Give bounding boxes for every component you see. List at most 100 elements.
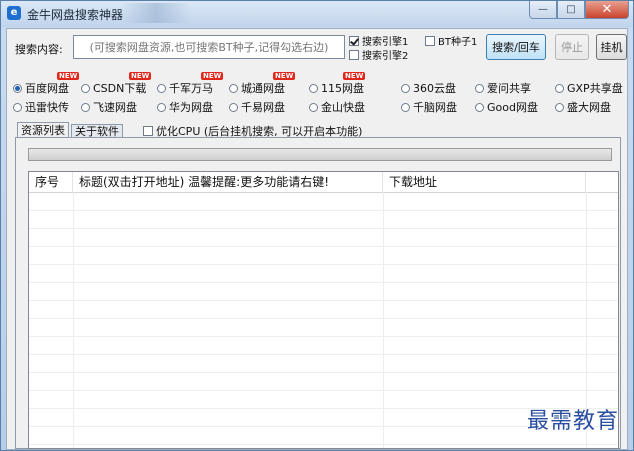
bt-checkbox-box[interactable] — [425, 35, 435, 46]
bt-checkbox[interactable]: BT种子1 — [425, 33, 477, 48]
source-radio-13[interactable]: 千脑网盘 — [401, 99, 457, 115]
radio-dot[interactable] — [309, 83, 318, 93]
source-label: 盛大网盘 — [567, 101, 611, 114]
source-label: GXP共享盘 — [567, 82, 623, 95]
app-icon: e — [7, 6, 21, 20]
radio-dot[interactable] — [81, 83, 90, 93]
source-label: Good网盘 — [487, 101, 538, 114]
source-radio-15[interactable]: 盛大网盘 — [555, 99, 611, 115]
row-gridline — [29, 246, 618, 247]
engine1-checkbox[interactable]: 搜索引擎1 — [349, 33, 408, 48]
source-radio-10[interactable]: 华为网盘 — [157, 99, 213, 115]
app-window: e 金牛网盘搜索神器 — □ ✕ 搜索内容: 搜索引擎1 搜索引擎2 BT种子1… — [0, 0, 634, 451]
row-gridline — [29, 318, 618, 319]
source-label: 城通网盘 — [241, 82, 285, 95]
source-radio-11[interactable]: 千易网盘 — [229, 99, 285, 115]
column-header-index[interactable]: 序号 — [29, 172, 73, 192]
watermark: 最需教育 — [526, 409, 619, 434]
title-bar[interactable]: e 金牛网盘搜索神器 — □ ✕ — [1, 1, 633, 27]
engine1-label: 搜索引擎1 — [362, 37, 409, 48]
search-progress-bar — [28, 148, 612, 161]
source-radio-7[interactable]: GXP共享盘 — [555, 80, 623, 96]
radio-dot[interactable] — [309, 102, 318, 112]
source-label: 华为网盘 — [169, 101, 213, 114]
radio-dot[interactable] — [13, 83, 22, 93]
source-label: 360云盘 — [413, 82, 456, 95]
new-badge: NEW — [343, 72, 366, 80]
tab-resource-list[interactable]: 资源列表 — [17, 122, 69, 138]
radio-dot[interactable] — [401, 102, 410, 112]
column-header-filler — [586, 172, 618, 192]
new-badge: NEW — [57, 72, 80, 80]
title-bar-glass — [121, 3, 191, 23]
new-badge: NEW — [273, 72, 296, 80]
radio-dot[interactable] — [157, 102, 166, 112]
search-input[interactable] — [73, 35, 345, 59]
tab-about[interactable]: 关于软件 — [71, 124, 123, 138]
hang-button[interactable]: 挂机 — [596, 34, 627, 60]
row-gridline — [29, 300, 618, 301]
radio-dot[interactable] — [475, 102, 484, 112]
engine2-label: 搜索引擎2 — [362, 51, 409, 62]
source-radio-14[interactable]: Good网盘 — [475, 99, 538, 115]
source-radio-0[interactable]: 百度网盘 — [13, 80, 69, 96]
source-radio-1[interactable]: CSDN下载 — [81, 80, 146, 96]
window-title: 金牛网盘搜索神器 — [27, 8, 124, 22]
new-badge: NEW — [129, 72, 152, 80]
radio-dot[interactable] — [157, 83, 166, 93]
source-radio-6[interactable]: 爱问共享 — [475, 80, 531, 96]
source-radio-4[interactable]: 115网盘 — [309, 80, 364, 96]
source-label: 迅雷快传 — [25, 101, 69, 114]
source-radio-2[interactable]: 千军万马 — [157, 80, 213, 96]
source-label: 金山快盘 — [321, 101, 365, 114]
row-gridline — [29, 390, 618, 391]
radio-dot[interactable] — [555, 102, 564, 112]
client-area: 搜索内容: 搜索引擎1 搜索引擎2 BT种子1 搜索/回车 停止 挂机 百度网盘… — [6, 28, 628, 450]
column-gridline — [73, 192, 74, 448]
minimize-button[interactable]: — — [529, 1, 557, 19]
source-radio-9[interactable]: 飞速网盘 — [81, 99, 137, 115]
source-label: 千易网盘 — [241, 101, 285, 114]
engine2-checkbox[interactable]: 搜索引擎2 — [349, 47, 408, 62]
source-label: 千军万马 — [169, 82, 213, 95]
radio-dot[interactable] — [13, 102, 22, 112]
source-label: 飞速网盘 — [93, 101, 137, 114]
radio-dot[interactable] — [475, 83, 484, 93]
row-gridline — [29, 354, 618, 355]
source-label: 爱问共享 — [487, 82, 531, 95]
radio-dot[interactable] — [555, 83, 564, 93]
row-gridline — [29, 372, 618, 373]
row-gridline — [29, 228, 618, 229]
row-gridline — [29, 336, 618, 337]
cpu-option-box[interactable] — [143, 126, 153, 136]
row-gridline — [29, 210, 618, 211]
source-label: CSDN下载 — [93, 82, 147, 95]
close-button[interactable]: ✕ — [585, 1, 629, 19]
new-badge: NEW — [201, 72, 224, 80]
source-label: 百度网盘 — [25, 82, 69, 95]
source-label: 115网盘 — [321, 82, 364, 95]
maximize-button[interactable]: □ — [557, 1, 585, 19]
source-radio-8[interactable]: 迅雷快传 — [13, 99, 69, 115]
window-controls: — □ ✕ — [529, 1, 629, 19]
row-gridline — [29, 264, 618, 265]
source-radio-12[interactable]: 金山快盘 — [309, 99, 365, 115]
column-header-download[interactable]: 下载地址 — [383, 172, 586, 192]
radio-dot[interactable] — [229, 102, 238, 112]
engine2-checkbox-box[interactable] — [349, 49, 359, 60]
bt-label: BT种子1 — [438, 37, 478, 48]
row-gridline — [29, 444, 618, 445]
radio-dot[interactable] — [229, 83, 238, 93]
column-header-title[interactable]: 标题(双击打开地址) 温馨提醒:更多功能请右键! — [73, 172, 383, 192]
row-gridline — [29, 282, 618, 283]
table-header: 序号 标题(双击打开地址) 温馨提醒:更多功能请右键! 下载地址 — [29, 172, 618, 193]
search-button[interactable]: 搜索/回车 — [486, 34, 546, 60]
source-radio-5[interactable]: 360云盘 — [401, 80, 456, 96]
search-label: 搜索内容: — [15, 43, 63, 56]
source-radio-3[interactable]: 城通网盘 — [229, 80, 285, 96]
radio-dot[interactable] — [81, 102, 90, 112]
radio-dot[interactable] — [401, 83, 410, 93]
engine1-checkbox-box[interactable] — [349, 35, 359, 46]
stop-button[interactable]: 停止 — [555, 34, 589, 60]
column-gridline — [383, 192, 384, 448]
